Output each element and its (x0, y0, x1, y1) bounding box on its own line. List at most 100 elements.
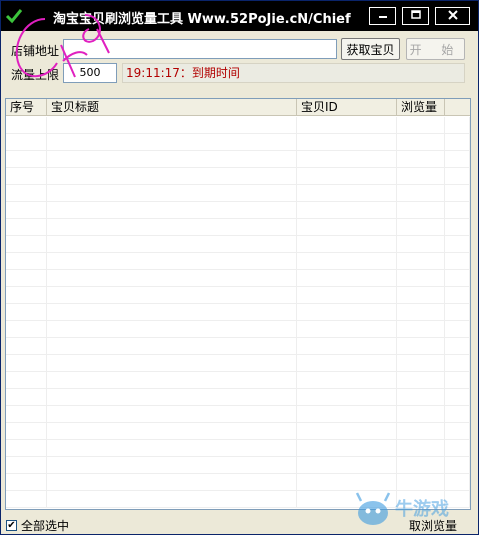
table-cell (47, 151, 297, 168)
table-row[interactable] (6, 423, 470, 440)
table-cell (47, 389, 297, 406)
maximize-icon (410, 9, 422, 23)
table-row[interactable] (6, 491, 470, 508)
table-cell (47, 338, 297, 355)
table-row[interactable] (6, 185, 470, 202)
table-row[interactable] (6, 134, 470, 151)
table-cell (445, 355, 470, 372)
table-cell (397, 185, 445, 202)
table-cell (47, 168, 297, 185)
table-cell (297, 423, 397, 440)
fetch-items-button[interactable]: 获取宝贝 (341, 38, 400, 60)
table-cell (397, 406, 445, 423)
column-header-id[interactable]: 宝贝ID (297, 99, 397, 116)
column-header-views[interactable]: 浏览量 (397, 99, 445, 116)
table-cell (6, 287, 47, 304)
table-cell (297, 474, 397, 491)
table-cell (47, 457, 297, 474)
table-cell (445, 151, 470, 168)
table-cell (445, 168, 470, 185)
app-window: 淘宝宝贝刷浏览量工具 Www.52PoJie.cN/Chief 店铺地址 获取宝… (0, 0, 479, 535)
column-header-title[interactable]: 宝贝标题 (47, 99, 297, 116)
checkmark-icon (5, 7, 23, 25)
table-cell (6, 117, 47, 134)
table-cell (397, 440, 445, 457)
table-row[interactable] (6, 304, 470, 321)
table-cell (47, 491, 297, 508)
table-cell (445, 304, 470, 321)
column-header-index[interactable]: 序号 (6, 99, 47, 116)
table-cell (6, 185, 47, 202)
table-row[interactable] (6, 474, 470, 491)
table-row[interactable] (6, 202, 470, 219)
table-row[interactable] (6, 236, 470, 253)
shop-url-input[interactable] (63, 39, 337, 59)
table-cell (297, 321, 397, 338)
table-row[interactable] (6, 219, 470, 236)
table-cell (397, 338, 445, 355)
table-row[interactable] (6, 270, 470, 287)
table-cell (47, 185, 297, 202)
items-table[interactable]: 序号 宝贝标题 宝贝ID 浏览量 (5, 98, 471, 510)
close-icon (447, 9, 459, 23)
table-cell (297, 372, 397, 389)
table-cell (47, 304, 297, 321)
table-cell (445, 491, 470, 508)
select-all-label: 全部选中 (21, 519, 70, 533)
table-cell (397, 474, 445, 491)
table-cell (6, 253, 47, 270)
table-cell (297, 185, 397, 202)
table-cell (297, 270, 397, 287)
close-button[interactable] (435, 7, 470, 25)
table-cell (445, 117, 470, 134)
table-cell (297, 151, 397, 168)
table-cell (397, 389, 445, 406)
minimize-button[interactable] (369, 7, 396, 25)
table-cell (6, 423, 47, 440)
table-cell (47, 117, 297, 134)
title-bar[interactable]: 淘宝宝贝刷浏览量工具 Www.52PoJie.cN/Chief (1, 1, 478, 31)
table-cell (445, 287, 470, 304)
traffic-limit-label: 流量上限 (11, 68, 60, 82)
table-cell (445, 474, 470, 491)
table-body[interactable] (6, 117, 470, 509)
maximize-button[interactable] (402, 7, 429, 25)
table-cell (47, 440, 297, 457)
table-cell (445, 321, 470, 338)
table-cell (6, 389, 47, 406)
shop-url-label: 店铺地址 (11, 44, 60, 58)
select-all-toggle[interactable]: ✔ 全部选中 (6, 517, 69, 534)
table-row[interactable] (6, 440, 470, 457)
table-row[interactable] (6, 457, 470, 474)
table-row[interactable] (6, 338, 470, 355)
table-cell (297, 389, 397, 406)
table-cell (6, 151, 47, 168)
table-row[interactable] (6, 372, 470, 389)
table-cell (6, 202, 47, 219)
table-row[interactable] (6, 355, 470, 372)
table-row[interactable] (6, 287, 470, 304)
table-row[interactable] (6, 321, 470, 338)
table-row[interactable] (6, 151, 470, 168)
traffic-limit-input[interactable]: 500 (63, 63, 117, 83)
table-cell (445, 440, 470, 457)
cancel-views-button[interactable]: 取浏览量 (409, 517, 457, 534)
minimize-icon (377, 9, 389, 23)
table-cell (445, 423, 470, 440)
start-button[interactable]: 开 始 (406, 38, 465, 60)
table-cell (397, 117, 445, 134)
table-row[interactable] (6, 168, 470, 185)
expiry-status: 19:11:17：到期时间 (122, 63, 465, 83)
table-cell (297, 253, 397, 270)
table-row[interactable] (6, 117, 470, 134)
table-cell (6, 304, 47, 321)
table-cell (297, 168, 397, 185)
table-cell (445, 406, 470, 423)
table-cell (297, 219, 397, 236)
table-cell (445, 202, 470, 219)
select-all-checkbox[interactable]: ✔ (6, 520, 17, 531)
table-row[interactable] (6, 253, 470, 270)
table-cell (6, 168, 47, 185)
table-row[interactable] (6, 406, 470, 423)
table-row[interactable] (6, 389, 470, 406)
